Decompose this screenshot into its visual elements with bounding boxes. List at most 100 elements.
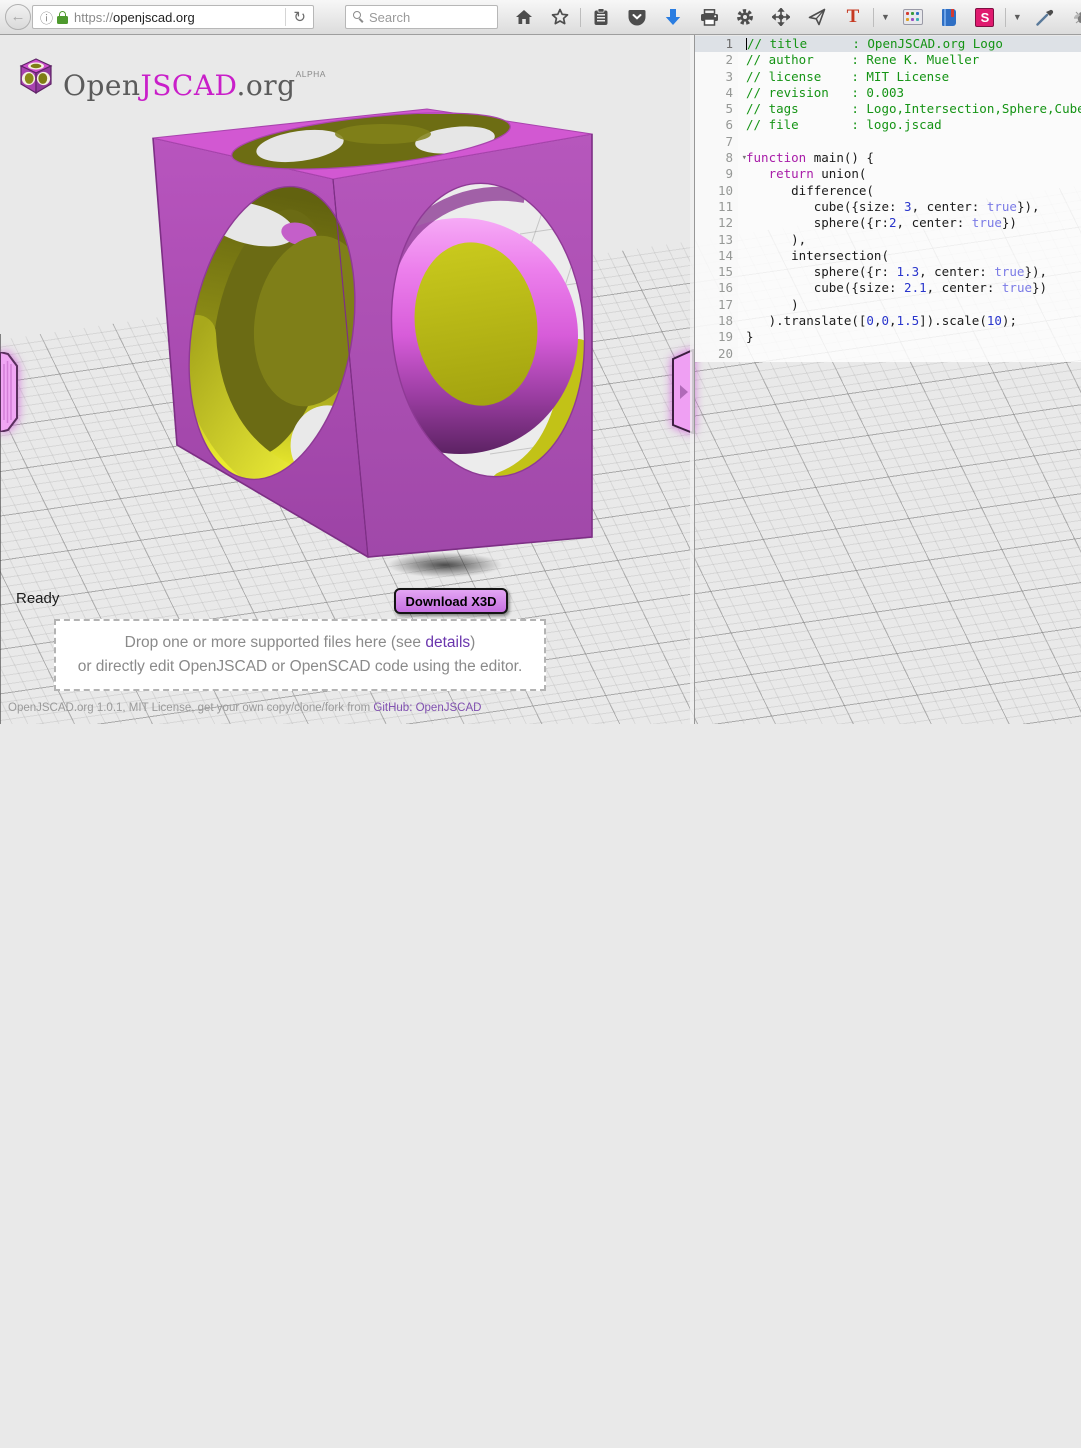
left-panel-handle[interactable] — [0, 352, 18, 432]
dropdown-caret-icon[interactable]: ▼ — [881, 12, 890, 22]
move-icon[interactable] — [771, 7, 791, 27]
code-line[interactable]: 19} — [695, 329, 1081, 345]
url-scheme: https:// — [74, 10, 113, 25]
notebook-icon[interactable] — [939, 7, 959, 27]
line-number: 4 — [695, 85, 738, 101]
code-line[interactable]: 17 ) — [695, 297, 1081, 313]
palette-grid-icon[interactable] — [903, 7, 923, 27]
gear-icon[interactable] — [735, 7, 755, 27]
code-text[interactable]: cube({size: 3, center: true}), — [738, 199, 1040, 215]
page-footer: OpenJSCAD.org 1.0.1, MIT License, get yo… — [8, 702, 481, 714]
code-line[interactable]: 5// tags : Logo,Intersection,Sphere,Cube — [695, 101, 1081, 117]
line-number: 5 — [695, 101, 738, 117]
line-number: 3 — [695, 69, 738, 85]
printer-icon[interactable] — [699, 7, 719, 27]
code-line[interactable]: 11 cube({size: 3, center: true}), — [695, 199, 1081, 215]
back-button[interactable]: ← — [5, 4, 31, 30]
code-text[interactable]: difference( — [738, 183, 874, 199]
code-text[interactable]: } — [738, 329, 754, 345]
code-line[interactable]: 14 intersection( — [695, 248, 1081, 264]
code-line[interactable]: 18 ).translate([0,0,1.5]).scale(10); — [695, 313, 1081, 329]
code-text[interactable]: intersection( — [738, 248, 889, 264]
code-line[interactable]: 6// file : logo.jscad — [695, 117, 1081, 133]
code-editor[interactable]: 1// title : OpenJSCAD.org Logo2// author… — [694, 34, 1081, 724]
search-input[interactable]: Search — [345, 5, 498, 29]
fold-marker-icon[interactable]: ▾ — [742, 150, 747, 166]
code-text[interactable]: ), — [738, 232, 806, 248]
send-plane-icon[interactable] — [807, 7, 827, 27]
https-lock-icon[interactable] — [57, 11, 68, 24]
code-text[interactable]: ).translate([0,0,1.5]).scale(10); — [738, 313, 1017, 329]
details-link[interactable]: details — [425, 634, 470, 651]
code-text[interactable]: // file : logo.jscad — [738, 117, 942, 133]
code-text[interactable] — [738, 346, 746, 362]
code-line[interactable]: 4// revision : 0.003 — [695, 85, 1081, 101]
url-domain: openjscad.org — [113, 10, 195, 25]
code-line[interactable]: 8▾function main() { — [695, 150, 1081, 166]
bookmark-star-icon[interactable] — [550, 7, 570, 27]
file-dropzone[interactable]: Drop one or more supported files here (s… — [54, 619, 546, 691]
code-text[interactable]: sphere({r:2, center: true}) — [738, 215, 1017, 231]
github-link[interactable]: GitHub: OpenJSCAD — [373, 702, 481, 714]
dropzone-line2: or directly edit OpenJSCAD or OpenSCAD c… — [56, 655, 544, 679]
code-line[interactable]: 15 sphere({r: 1.3, center: true}), — [695, 264, 1081, 280]
code-line[interactable]: 10 difference( — [695, 183, 1081, 199]
line-number: 10 — [695, 183, 738, 199]
download-arrow-icon[interactable] — [663, 7, 683, 27]
code-line[interactable]: 12 sphere({r:2, center: true}) — [695, 215, 1081, 231]
line-number: 20 — [695, 346, 738, 362]
page-content: OpenJSCAD.orgALPHA Ready Download X3D Dr… — [0, 34, 1081, 724]
code-text[interactable]: ) — [738, 297, 799, 313]
search-placeholder: Search — [369, 10, 410, 25]
code-text[interactable]: function main() { — [738, 150, 874, 166]
alpha-badge: ALPHA — [296, 69, 326, 79]
dropdown-caret-icon[interactable]: ▼ — [1013, 12, 1022, 22]
logo-wordmark: OpenJSCAD.orgALPHA — [63, 54, 326, 106]
code-line[interactable]: 20 — [695, 346, 1081, 362]
openjscad-logo[interactable]: OpenJSCAD.orgALPHA — [17, 54, 326, 106]
line-number: 15 — [695, 264, 738, 280]
url-bar[interactable]: ⓘ https://openjscad.org ↻ — [32, 5, 314, 29]
code-line[interactable]: 16 cube({size: 2.1, center: true}) — [695, 280, 1081, 296]
code-line[interactable]: 2// author : Rene K. Mueller — [695, 52, 1081, 68]
line-number: 19 — [695, 329, 738, 345]
line-number: 9 — [695, 166, 738, 182]
line-number: 13 — [695, 232, 738, 248]
code-line[interactable]: 3// license : MIT License — [695, 69, 1081, 85]
code-text[interactable]: return union( — [738, 166, 866, 182]
download-x3d-button[interactable]: Download X3D — [394, 588, 508, 614]
editor-lines[interactable]: 1// title : OpenJSCAD.org Logo2// author… — [695, 36, 1081, 362]
line-number: 11 — [695, 199, 738, 215]
toolbar-divider — [580, 8, 581, 27]
code-line[interactable]: 9 return union( — [695, 166, 1081, 182]
dropzone-line1: Drop one or more supported files here (s… — [56, 631, 544, 655]
text-T-icon[interactable]: T — [843, 7, 863, 27]
s-badge-icon[interactable]: S — [975, 7, 995, 27]
status-text: Ready — [16, 590, 59, 607]
code-text[interactable]: // title : OpenJSCAD.org Logo — [738, 36, 1003, 52]
line-number: 2 — [695, 52, 738, 68]
line-number: 8▾ — [695, 150, 738, 166]
line-number: 17 — [695, 297, 738, 313]
toolbar-divider — [873, 8, 874, 27]
code-text[interactable]: // license : MIT License — [738, 69, 949, 85]
code-line[interactable]: 1// title : OpenJSCAD.org Logo — [695, 36, 1081, 52]
code-text[interactable] — [738, 134, 746, 150]
reload-icon[interactable]: ↻ — [286, 8, 313, 26]
code-line[interactable]: 7 — [695, 134, 1081, 150]
code-text[interactable]: sphere({r: 1.3, center: true}), — [738, 264, 1047, 280]
clipboard-icon[interactable] — [591, 7, 611, 27]
toolbar-divider — [1005, 8, 1006, 27]
code-line[interactable]: 13 ), — [695, 232, 1081, 248]
page-info-icon[interactable]: ⓘ — [40, 8, 53, 27]
eyedropper-icon[interactable] — [1035, 7, 1055, 27]
code-text[interactable]: // author : Rene K. Mueller — [738, 52, 979, 68]
code-text[interactable]: // tags : Logo,Intersection,Sphere,Cube — [738, 101, 1081, 117]
line-number: 6 — [695, 117, 738, 133]
code-text[interactable]: // revision : 0.003 — [738, 85, 904, 101]
pocket-icon[interactable] — [627, 7, 647, 27]
line-number: 12 — [695, 215, 738, 231]
bug-icon[interactable] — [1071, 7, 1081, 27]
code-text[interactable]: cube({size: 2.1, center: true}) — [738, 280, 1047, 296]
home-icon[interactable] — [514, 7, 534, 27]
